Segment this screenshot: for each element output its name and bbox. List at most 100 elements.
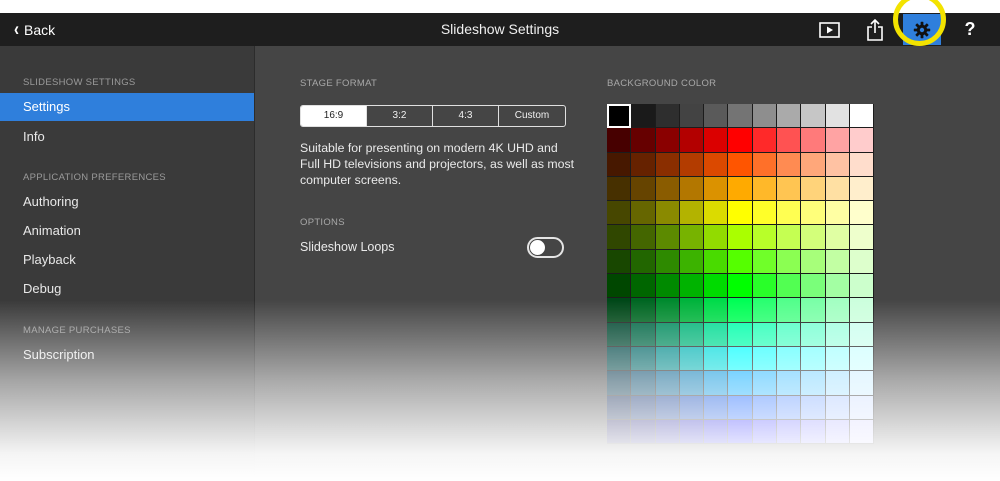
color-swatch[interactable] [752,322,778,347]
color-swatch[interactable] [607,249,632,275]
sidebar-item-subscription[interactable]: Subscription [0,341,254,369]
color-swatch[interactable] [777,298,802,323]
format-custom-button[interactable]: Custom [499,106,565,126]
color-swatch[interactable] [679,322,705,347]
color-swatch[interactable] [631,225,656,250]
color-swatch[interactable] [728,419,753,445]
color-swatch[interactable] [849,176,875,202]
color-swatch[interactable] [849,371,875,396]
color-swatch[interactable] [777,128,802,153]
back-button[interactable]: ‹ Back [14,13,55,46]
color-swatch[interactable] [752,201,778,226]
color-swatch[interactable] [825,225,850,250]
color-swatch[interactable] [825,395,850,420]
color-swatch[interactable] [704,274,729,299]
share-button[interactable] [864,13,886,46]
color-swatch[interactable] [728,395,753,420]
color-swatch[interactable] [607,104,632,129]
color-swatch[interactable] [704,176,729,202]
color-swatch[interactable] [849,128,875,153]
color-swatch[interactable] [752,371,778,396]
color-swatch[interactable] [752,298,778,323]
color-swatch[interactable] [777,176,802,202]
color-swatch[interactable] [777,201,802,226]
sidebar-item-playback[interactable]: Playback [0,246,254,274]
color-swatch[interactable] [728,298,753,323]
color-swatch[interactable] [825,346,850,372]
color-swatch[interactable] [801,201,826,226]
color-swatch[interactable] [728,249,753,275]
color-swatch[interactable] [679,395,705,420]
color-swatch[interactable] [752,152,778,177]
color-swatch[interactable] [801,104,826,129]
color-swatch[interactable] [704,104,729,129]
color-swatch[interactable] [752,274,778,299]
color-swatch[interactable] [752,176,778,202]
color-swatch[interactable] [631,201,656,226]
color-swatch[interactable] [777,322,802,347]
color-swatch[interactable] [825,176,850,202]
color-swatch[interactable] [825,128,850,153]
play-button[interactable] [817,13,841,46]
color-swatch[interactable] [777,419,802,445]
color-swatch[interactable] [679,371,705,396]
color-swatch[interactable] [631,371,656,396]
color-swatch[interactable] [728,225,753,250]
color-swatch[interactable] [655,371,680,396]
color-swatch[interactable] [752,128,778,153]
color-swatch[interactable] [752,346,778,372]
color-swatch[interactable] [655,104,680,129]
color-swatch[interactable] [607,419,632,445]
color-swatch[interactable] [752,225,778,250]
color-swatch[interactable] [655,346,680,372]
color-swatch[interactable] [752,104,778,129]
color-swatch[interactable] [607,298,632,323]
color-swatch[interactable] [801,176,826,202]
color-swatch[interactable] [777,274,802,299]
color-swatch[interactable] [704,128,729,153]
color-swatch[interactable] [777,104,802,129]
color-swatch[interactable] [679,249,705,275]
color-swatch[interactable] [607,128,632,153]
color-swatch[interactable] [655,176,680,202]
color-swatch[interactable] [704,152,729,177]
color-swatch[interactable] [655,274,680,299]
color-swatch[interactable] [849,419,875,445]
sidebar-item-info[interactable]: Info [0,123,254,151]
color-swatch[interactable] [631,419,656,445]
help-button[interactable]: ? [958,13,982,46]
color-swatch[interactable] [704,322,729,347]
color-swatch[interactable] [631,274,656,299]
color-swatch[interactable] [849,201,875,226]
color-swatch[interactable] [801,322,826,347]
color-swatch[interactable] [825,371,850,396]
color-swatch[interactable] [631,104,656,129]
color-swatch[interactable] [655,395,680,420]
color-swatch[interactable] [679,225,705,250]
sidebar-item-animation[interactable]: Animation [0,217,254,245]
color-swatch[interactable] [849,152,875,177]
format-4-3-button[interactable]: 4:3 [433,106,499,126]
color-swatch[interactable] [607,201,632,226]
color-swatch[interactable] [607,371,632,396]
color-swatch[interactable] [704,395,729,420]
color-swatch[interactable] [631,152,656,177]
color-swatch[interactable] [607,274,632,299]
color-swatch[interactable] [825,322,850,347]
color-swatch[interactable] [655,225,680,250]
color-swatch[interactable] [607,152,632,177]
color-swatch[interactable] [655,249,680,275]
color-swatch[interactable] [655,201,680,226]
color-swatch[interactable] [631,346,656,372]
color-swatch[interactable] [777,225,802,250]
color-swatch[interactable] [631,322,656,347]
color-swatch[interactable] [704,371,729,396]
settings-button[interactable] [903,14,941,45]
color-swatch[interactable] [728,104,753,129]
color-swatch[interactable] [777,371,802,396]
color-swatch[interactable] [849,322,875,347]
color-swatch[interactable] [777,346,802,372]
color-swatch[interactable] [679,152,705,177]
color-swatch[interactable] [752,249,778,275]
color-swatch[interactable] [825,419,850,445]
